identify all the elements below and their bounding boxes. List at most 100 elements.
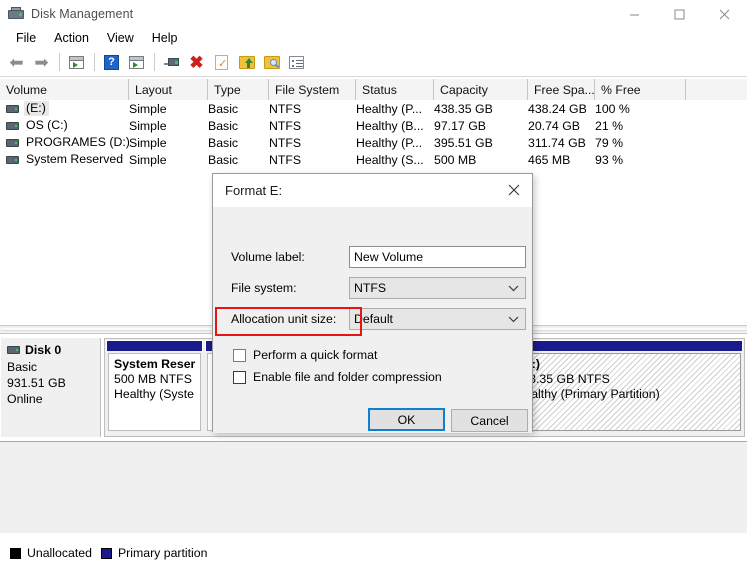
volume-status: Healthy (P... — [356, 101, 423, 116]
close-icon[interactable] — [496, 174, 532, 205]
allocation-unit-size-select[interactable]: Default — [349, 308, 526, 330]
volume-name: System Reserved — [26, 152, 124, 166]
maximize-icon[interactable] — [657, 0, 702, 28]
disk-icon — [7, 346, 20, 354]
toolbar-separator — [59, 53, 60, 71]
partition-details: (E:) 438.35 GB NTFS Healthy (Primary Par… — [509, 353, 742, 431]
volume-file-system: NTFS — [269, 101, 302, 116]
partition-name: (E:) — [516, 357, 741, 372]
quick-format-checkbox-row[interactable]: Perform a quick format — [233, 348, 377, 362]
volume-name-cell[interactable]: System Reserved — [0, 151, 129, 168]
quick-format-label: Perform a quick format — [253, 348, 378, 362]
column-header-status[interactable]: Status — [356, 79, 434, 100]
volume-name: OS (C:) — [26, 118, 68, 132]
file-system-select[interactable]: NTFS — [349, 277, 526, 299]
disk-name-row: Disk 0 — [7, 342, 100, 358]
list-view-icon[interactable] — [285, 51, 308, 73]
column-header-volume[interactable]: Volume — [0, 79, 129, 100]
legend-item-primary-partition: Primary partition — [100, 546, 207, 560]
window-controls — [612, 0, 747, 28]
menu-item-help[interactable]: Help — [143, 29, 187, 47]
format-icon[interactable]: ✓ — [210, 51, 233, 73]
volume-capacity: 500 MB — [434, 152, 477, 167]
extend-volume-icon[interactable] — [235, 51, 258, 73]
menu-item-action[interactable]: Action — [45, 29, 98, 47]
chevron-down-icon — [508, 281, 519, 295]
table-row[interactable]: System Reserved Simple Basic NTFS Health… — [0, 151, 747, 168]
partition-name: System Reser — [114, 357, 196, 371]
column-header-file-system[interactable]: File System — [269, 79, 356, 100]
show-hide-console-tree-icon[interactable] — [65, 51, 88, 73]
column-header-free-space[interactable]: Free Spa... — [528, 79, 595, 100]
partition-capacity-bar — [507, 340, 744, 351]
dialog-titlebar: Format E: — [213, 174, 532, 207]
volume-list-header: Volume Layout Type File System Status Ca… — [0, 79, 747, 100]
volume-layout: Simple — [129, 135, 167, 150]
ok-button[interactable]: OK — [368, 408, 445, 431]
volume-icon — [6, 121, 19, 130]
file-system-label: File system: — [231, 281, 297, 295]
disk-status: Online — [7, 392, 43, 406]
column-header-layout[interactable]: Layout — [129, 79, 208, 100]
volume-status: Healthy (S... — [356, 152, 424, 167]
close-icon[interactable] — [702, 0, 747, 28]
partition-size: 438.35 GB NTFS — [515, 372, 610, 386]
volume-percent-free: 79 % — [595, 135, 624, 150]
volume-name-cell[interactable]: (E:) — [0, 100, 129, 117]
menubar: File Action View Help — [0, 28, 747, 48]
column-header-capacity[interactable]: Capacity — [434, 79, 528, 100]
back-arrow-icon[interactable]: ⬅ — [5, 51, 28, 73]
volume-name: PROGRAMES (D:) — [26, 135, 129, 149]
volume-status: Healthy (P... — [356, 135, 423, 150]
disk-size: 931.51 GB — [7, 376, 66, 390]
volume-label-input[interactable] — [349, 246, 526, 268]
dialog-title: Format E: — [225, 183, 283, 198]
column-header-filler — [686, 79, 747, 100]
show-hide-action-pane-icon[interactable] — [125, 51, 148, 73]
volume-free-space: 311.74 GB — [528, 135, 586, 150]
unallocated-swatch — [10, 547, 21, 559]
volume-label-field-row: Volume label: — [231, 246, 526, 268]
help-icon[interactable]: ? — [100, 51, 123, 73]
table-row[interactable]: (E:) Simple Basic NTFS Healthy (P... 438… — [0, 100, 747, 117]
volume-icon — [6, 155, 19, 164]
cancel-button[interactable]: Cancel — [451, 409, 528, 432]
column-header-percent-free[interactable]: % Free — [595, 79, 686, 100]
explore-volume-icon[interactable] — [260, 51, 283, 73]
forward-arrow-icon[interactable]: ➡ — [30, 51, 53, 73]
volume-type: Basic — [208, 135, 239, 150]
table-row[interactable]: PROGRAMES (D:) Simple Basic NTFS Healthy… — [0, 134, 747, 151]
minimize-icon[interactable] — [612, 0, 657, 28]
volume-layout: Simple — [129, 118, 167, 133]
quick-format-checkbox[interactable] — [233, 348, 246, 362]
volume-name-cell[interactable]: PROGRAMES (D:) — [0, 134, 129, 151]
format-dialog: Format E: Volume label: File system: NTF… — [212, 173, 533, 433]
partition-system-reserved[interactable]: System Reser 500 MB NTFS Healthy (Syste — [106, 340, 204, 435]
toolbar-separator — [94, 53, 95, 71]
partition-e[interactable]: (E:) 438.35 GB NTFS Healthy (Primary Par… — [507, 340, 744, 435]
menu-item-file[interactable]: File — [7, 29, 45, 47]
delete-volume-icon[interactable]: ✖ — [185, 51, 208, 73]
compression-checkbox[interactable] — [233, 370, 246, 384]
disk-management-icon — [8, 6, 24, 22]
menu-item-view[interactable]: View — [98, 29, 143, 47]
titlebar: Disk Management — [0, 0, 747, 28]
allocation-unit-size-field-row: Allocation unit size: Default — [231, 308, 526, 330]
partition-capacity-bar — [106, 340, 204, 351]
compression-checkbox-row[interactable]: Enable file and folder compression — [233, 370, 442, 384]
volume-free-space: 465 MB — [528, 152, 571, 167]
column-header-type[interactable]: Type — [208, 79, 269, 100]
volume-icon — [6, 104, 19, 113]
allocation-unit-size-value: Default — [354, 312, 393, 326]
volume-percent-free: 93 % — [595, 152, 624, 167]
properties-icon[interactable] — [160, 51, 183, 73]
chevron-down-icon — [508, 312, 519, 326]
primary-partition-swatch — [100, 547, 112, 559]
partition-status: Healthy (Primary Partition) — [515, 387, 660, 401]
disk-management-window: Disk Management File Action View Help ⬅ … — [0, 0, 747, 575]
volume-percent-free: 100 % — [595, 101, 630, 116]
disk-info-panel[interactable]: Disk 0 Basic 931.51 GB Online — [1, 338, 101, 437]
table-row[interactable]: OS (C:) Simple Basic NTFS Healthy (B... … — [0, 117, 747, 134]
volume-name-cell[interactable]: OS (C:) — [0, 117, 129, 134]
volume-capacity: 395.51 GB — [434, 135, 493, 150]
